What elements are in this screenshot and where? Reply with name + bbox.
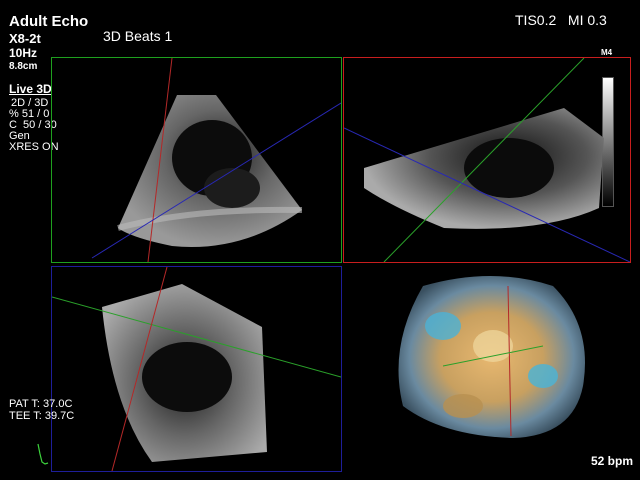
heart-rate: 52 bpm	[591, 454, 634, 468]
ecg-trace	[37, 443, 49, 465]
tee-temp: TEE T: 39.7C	[9, 410, 75, 422]
frame-rate-label: 10Hz	[9, 46, 38, 60]
3d-volume-rendering	[398, 276, 585, 438]
grayscale-map-label: M4	[601, 48, 613, 57]
probe-label: X8-2t	[9, 31, 41, 46]
mode-title: 3D Beats 1	[103, 28, 173, 44]
patient-temp: PAT T: 37.0C	[9, 398, 73, 410]
ultrasound-sector-image	[52, 267, 341, 471]
app-title: Adult Echo	[9, 13, 89, 30]
view-pane-3d-volume[interactable]	[343, 266, 629, 470]
ultrasound-sector-image	[91, 58, 341, 262]
view-pane-bottom-left[interactable]	[51, 266, 342, 472]
depth-label: 8.8cm	[9, 61, 38, 72]
ultrasound-sector-image	[344, 58, 630, 262]
view-pane-top-left[interactable]	[51, 57, 342, 263]
tis-mi-readout: TIS0.2 MI 0.3	[515, 12, 607, 28]
temperature-readout: PAT T: 37.0C TEE T: 39.7C	[9, 398, 74, 422]
view-pane-top-right[interactable]	[343, 57, 631, 263]
